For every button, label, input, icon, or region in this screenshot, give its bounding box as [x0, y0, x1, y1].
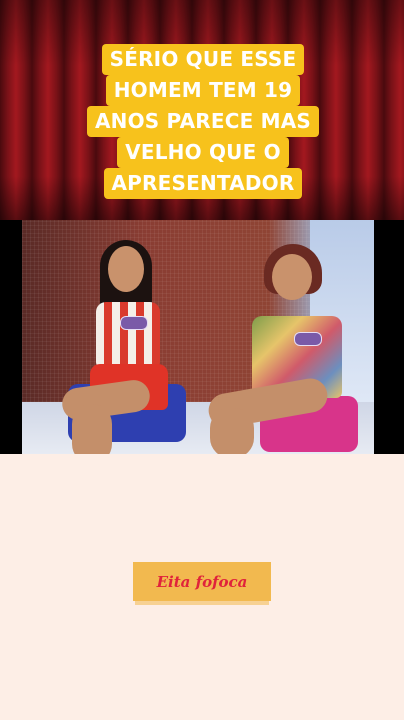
caption-line-2: HOMEM TEM 19	[105, 75, 301, 106]
caption-overlay: SÉRIO QUE ESSE HOMEM TEM 19 ANOS PARECE …	[72, 44, 334, 199]
brand-label: Eita fofoca	[156, 572, 248, 591]
caption-line-5: APRESENTADOR	[103, 168, 303, 199]
brand-watermark: Eita fofoca	[133, 562, 271, 601]
caption-line-1: SÉRIO QUE ESSE	[101, 44, 305, 75]
caption-line-3: ANOS PARECE MAS	[86, 106, 320, 137]
caption-line-4: VELHO QUE O	[117, 137, 289, 168]
left-guest	[60, 234, 202, 454]
video-frame[interactable]	[0, 220, 404, 454]
right-guest	[190, 236, 360, 454]
tv-show-scene	[22, 220, 374, 454]
